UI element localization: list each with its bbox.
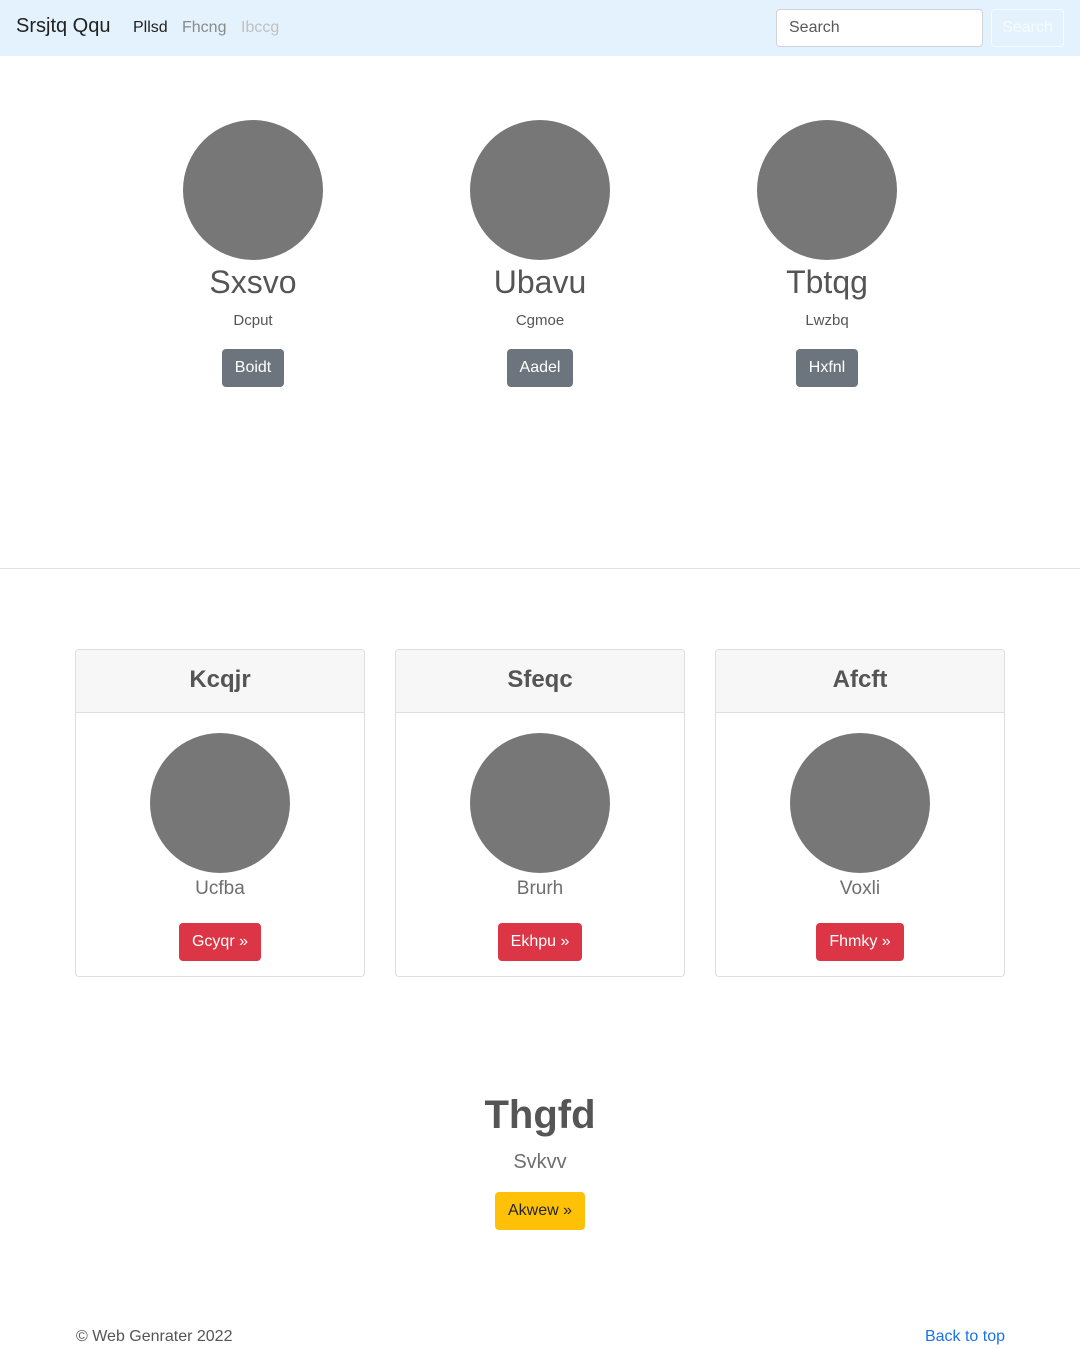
profile-role: Dcput xyxy=(233,312,273,329)
card-image xyxy=(790,733,930,873)
profile-role: Cgmoe xyxy=(515,312,565,329)
card-button[interactable]: Ekhpu » xyxy=(497,923,583,961)
card-title: Afcft xyxy=(716,650,1004,713)
profile-role: Lwzbq xyxy=(805,312,849,329)
profile-button[interactable]: Aadel xyxy=(506,349,574,387)
navbar-brand[interactable]: Srsjtq Qqu xyxy=(16,15,110,38)
card-text: Brurh xyxy=(516,878,564,899)
card: Kcqjr Ucfba Gcyqr » xyxy=(75,649,365,977)
card-title: Kcqjr xyxy=(76,650,364,713)
card: Sfeqc Brurh Ekhpu » xyxy=(395,649,685,977)
card-button[interactable]: Gcyqr » xyxy=(178,923,261,961)
search-input[interactable] xyxy=(776,9,983,47)
profile-item: Ubavu Cgmoe Aadel xyxy=(430,120,650,387)
hero-button[interactable]: Akwew » xyxy=(494,1192,586,1230)
nav-link-fhcng[interactable]: Fhcng xyxy=(182,19,226,37)
navbar: Srsjtq Qqu Pllsd Fhcng Ibccg Search xyxy=(0,0,1080,56)
search-button[interactable]: Search xyxy=(991,9,1064,47)
footer-copyright: © Web Genrater 2022 xyxy=(76,1328,233,1345)
card-button[interactable]: Fhmky » xyxy=(816,923,904,961)
card: Afcft Voxli Fhmky » xyxy=(715,649,1005,977)
avatar xyxy=(757,120,897,260)
card-body: Brurh Ekhpu » xyxy=(396,713,684,961)
avatar xyxy=(183,120,323,260)
profile-name: Ubavu xyxy=(493,264,587,300)
profile-button[interactable]: Hxfnl xyxy=(795,349,859,387)
card-image xyxy=(470,733,610,873)
card-text: Ucfba xyxy=(195,878,245,899)
card-title: Sfeqc xyxy=(396,650,684,713)
hero-section: Thgfd Svkvv Akwew » xyxy=(340,1090,740,1230)
card-body: Voxli Fhmky » xyxy=(716,713,1004,961)
profile-button[interactable]: Boidt xyxy=(221,349,285,387)
back-to-top-link[interactable]: Back to top xyxy=(925,1328,1005,1346)
card-body: Ucfba Gcyqr » xyxy=(76,713,364,961)
profile-name: Tbtqg xyxy=(786,264,868,300)
hero-title: Thgfd xyxy=(484,1093,596,1137)
card-text: Voxli xyxy=(839,878,881,899)
profile-item: Tbtqg Lwzbq Hxfnl xyxy=(717,120,937,387)
hero-subtitle: Svkvv xyxy=(513,1151,567,1173)
nav-link-pllsd[interactable]: Pllsd xyxy=(133,19,168,37)
avatar xyxy=(470,120,610,260)
section-divider xyxy=(0,568,1080,569)
nav-link-ibccg[interactable]: Ibccg xyxy=(241,19,279,37)
profile-name: Sxsvo xyxy=(209,264,297,300)
card-image xyxy=(150,733,290,873)
profile-item: Sxsvo Dcput Boidt xyxy=(143,120,363,387)
